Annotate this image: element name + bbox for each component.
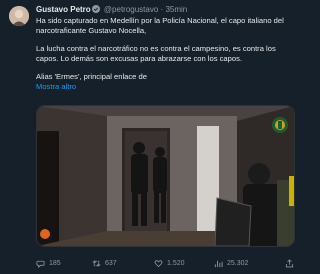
author-name[interactable]: Gustavo Petro bbox=[36, 5, 91, 14]
reply-button[interactable]: 185 bbox=[36, 257, 61, 269]
tweet-paragraph-2: La lucha contra el narcotráfico no es co… bbox=[36, 44, 276, 63]
retweet-count: 637 bbox=[105, 259, 117, 267]
views-button[interactable]: 25.302 bbox=[214, 257, 248, 269]
tweet-timestamp[interactable]: 35min bbox=[165, 5, 187, 14]
share-button[interactable] bbox=[285, 257, 294, 269]
author-avatar[interactable] bbox=[9, 6, 29, 26]
tweet-media-image[interactable] bbox=[36, 105, 295, 247]
views-icon bbox=[214, 260, 223, 267]
like-icon bbox=[154, 259, 163, 267]
tweet-paragraph-1: Ha sido capturado en Medellín por la Pol… bbox=[36, 16, 284, 35]
like-count: 1.520 bbox=[167, 259, 185, 267]
view-count: 25.302 bbox=[227, 259, 249, 267]
meta-separator: · bbox=[160, 5, 164, 14]
retweet-button[interactable]: 637 bbox=[92, 257, 117, 269]
show-more-link[interactable]: Mostra altro bbox=[36, 82, 294, 92]
tweet-card[interactable]: Gustavo Petro @petrogustavo · 35min Ha s… bbox=[0, 0, 300, 274]
reply-icon bbox=[36, 260, 45, 268]
tweet-paragraph-3: Alias 'Ermes', principal enlace de bbox=[36, 72, 147, 82]
share-icon bbox=[285, 258, 294, 267]
verified-badge-icon bbox=[91, 5, 100, 13]
retweet-icon bbox=[92, 259, 101, 267]
reply-count: 185 bbox=[49, 259, 61, 267]
author-handle[interactable]: @petrogustavo bbox=[104, 5, 158, 14]
tweet-header: Gustavo Petro @petrogustavo · 35min bbox=[36, 5, 187, 15]
like-button[interactable]: 1.520 bbox=[154, 257, 185, 269]
tweet-text: Ha sido capturado en Medellín por la Pol… bbox=[36, 16, 294, 92]
police-emblem-icon bbox=[272, 117, 288, 133]
tweet-actions: 185 637 1.520 25.302 bbox=[36, 257, 298, 269]
